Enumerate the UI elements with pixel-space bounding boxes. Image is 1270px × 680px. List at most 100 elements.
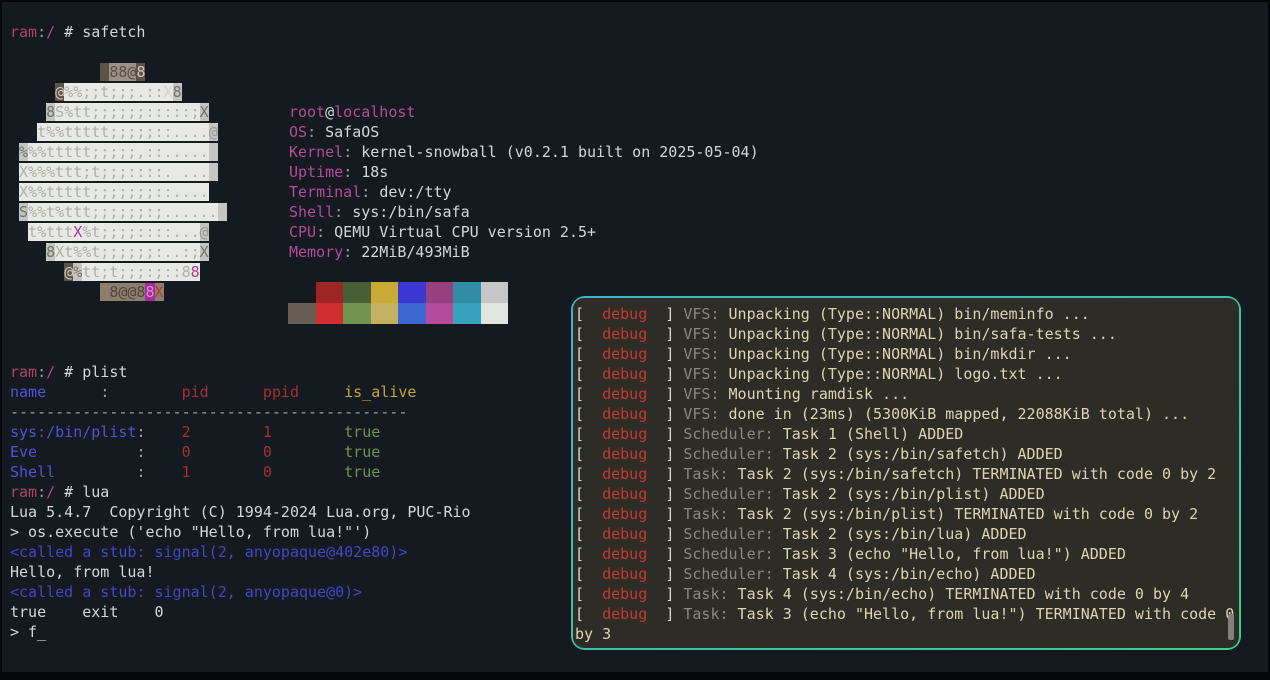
terminal-text-segment: dev:/tty: [379, 183, 452, 201]
terminal-text-segment: Task 2 (sys:/bin/lua) ADDED: [773, 525, 1027, 543]
terminal-line: Shell : 1 0 true: [10, 462, 471, 482]
terminal-text-segment: debug: [602, 305, 648, 323]
terminal-text-segment: Task:: [683, 465, 729, 483]
terminal-text-segment: ]: [665, 365, 675, 383]
terminal-text-segment: 1: [262, 423, 272, 441]
terminal-text-segment: [: [575, 385, 585, 403]
terminal-text-segment: ]: [665, 445, 675, 463]
terminal-text-segment: debug: [602, 565, 648, 583]
terminal-text-segment: Task 2 (sys:/bin/plist) ADDED: [773, 485, 1045, 503]
terminal-text-segment: [: [575, 545, 585, 563]
terminal-text-segment: X: [199, 103, 209, 121]
palette-swatch: [453, 303, 481, 324]
terminal-line: t%tttX%t;;;;::::...@: [10, 222, 227, 242]
terminal-text-segment: ]: [665, 305, 675, 323]
terminal-text-segment: sys:/bin/plist: [10, 423, 137, 441]
terminal-text-segment: 0: [262, 463, 272, 481]
terminal-text-segment: :: [343, 143, 362, 161]
terminal-text-segment: Task:: [683, 505, 729, 523]
terminal-screen[interactable]: ram:/ # safetch 88@8 @%%;;t;;;.::X8 8S%t…: [2, 2, 1268, 672]
terminal-text-segment: ]: [665, 405, 675, 423]
terminal-text-segment: ]: [665, 565, 675, 583]
terminal-line: X%%ttttt;;;;;;;::....: [10, 182, 227, 202]
terminal-text-segment: 1: [181, 463, 191, 481]
terminal-text-segment: X: [199, 243, 209, 261]
terminal-text-segment: debug: [602, 365, 648, 383]
terminal-line: Terminal: dev:/tty: [289, 182, 759, 202]
palette-swatch: [453, 282, 481, 303]
system-info: root@localhost OS: SafaOS Kernel: kernel-s…: [289, 102, 759, 262]
terminal-text-segment: ]: [665, 605, 675, 623]
terminal-text-segment: 88@: [109, 63, 137, 81]
terminal-text-segment: %: [19, 143, 29, 161]
terminal-text-segment: @: [199, 223, 209, 241]
terminal-line: ram:/ # safetch: [10, 22, 145, 42]
terminal-text-segment: ]: [665, 425, 675, 443]
terminal-text-segment: [: [575, 605, 585, 623]
terminal-text-segment: :: [316, 223, 335, 241]
terminal-line: Kernel: kernel-snowball (v0.2.1 built on…: [289, 142, 759, 162]
terminal-text-segment: %%;;t;;;.::: [64, 83, 164, 101]
terminal-text-segment: VFS:: [683, 385, 720, 403]
terminal-text-segment: debug: [602, 325, 648, 343]
terminal-line: name : pid ppid is_alive: [10, 382, 471, 402]
palette-swatch: [315, 303, 343, 324]
terminal-text-segment: :: [37, 483, 47, 501]
terminal-line: [ debug ] Scheduler: Task 1 (Shell) ADDE…: [575, 424, 1237, 444]
terminal-text-segment: t%%ttttt;;;;;::....: [37, 123, 209, 141]
terminal-text-segment: <called a stub: signal(2, anyopaque@0)>: [10, 583, 363, 601]
terminal-text-segment: 8: [136, 63, 146, 81]
terminal-text-segment: <called a stub: signal(2, anyopaque@402e…: [10, 543, 408, 561]
terminal-text-segment: sys:/bin/safa: [352, 203, 470, 221]
terminal-line: [ debug ] Scheduler: Task 2 (sys:/bin/lu…: [575, 524, 1237, 544]
terminal-text-segment: :: [100, 383, 110, 401]
terminal-text-segment: true: [344, 463, 381, 481]
terminal-line: [ debug ] VFS: Unpacking (Type::NORMAL) …: [575, 344, 1237, 364]
terminal-line: X%%%ttt;t;;;::::. ...: [10, 162, 227, 182]
terminal-text-segment: %t;;;;::::...: [82, 223, 200, 241]
terminal-text-segment: [100, 283, 110, 301]
terminal-text-segment: @: [64, 263, 74, 281]
terminal-text-segment: > os.execute ('echo "Hello, from lua!"'): [10, 523, 372, 541]
terminal-line: [ debug ] Task: Task 2 (sys:/bin/safetch…: [575, 464, 1237, 484]
terminal-text-segment: root: [289, 103, 326, 121]
terminal-text-segment: debug: [602, 505, 648, 523]
terminal-line: Lua 5.4.7 Copyright (C) 1994-2024 Lua.or…: [10, 502, 471, 522]
scrollbar-thumb[interactable]: [1228, 614, 1234, 640]
terminal-text-segment: @: [208, 123, 218, 141]
terminal-text-segment: true: [344, 443, 381, 461]
terminal-text-segment: OS: [289, 123, 308, 141]
terminal-text-segment: @: [325, 103, 335, 121]
terminal-text-segment: Kernel: [289, 143, 344, 161]
terminal-line: OS: SafaOS: [289, 122, 759, 142]
palette-swatch: [425, 303, 453, 324]
terminal-text-segment: Shell: [289, 203, 335, 221]
terminal-text-segment: [208, 143, 218, 161]
terminal-text-segment: QEMU Virtual CPU version 2.5+: [334, 223, 597, 241]
terminal-text-segment: [: [575, 485, 585, 503]
terminal-text-segment: Task 4 (sys:/bin/echo) ADDED: [773, 565, 1036, 583]
terminal-text-segment: ]: [665, 505, 675, 523]
terminal-text-segment: Uptime: [289, 163, 344, 181]
color-palette-row-bright: [288, 303, 508, 324]
palette-swatch: [480, 282, 508, 303]
terminal-line: [ debug ] VFS: done in (23ms) (5300KiB m…: [575, 404, 1237, 424]
terminal-text-segment: X: [154, 283, 164, 301]
